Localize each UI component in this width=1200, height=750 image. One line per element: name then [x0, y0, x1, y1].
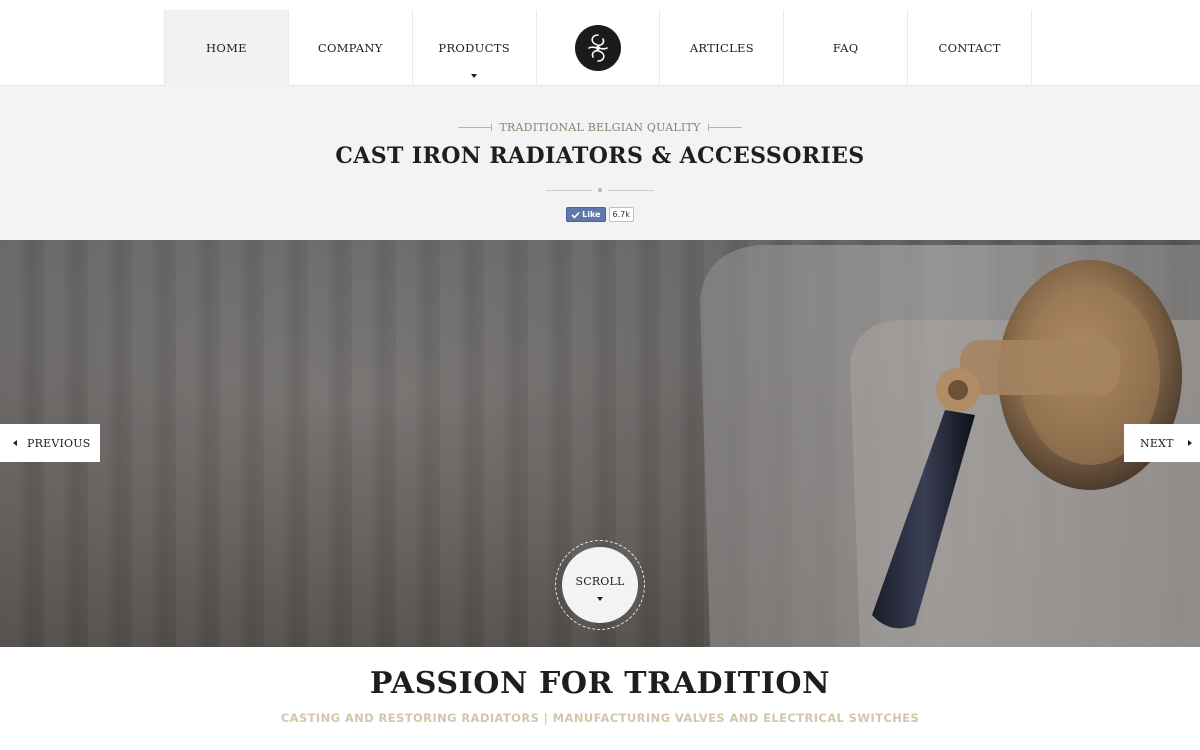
scroll-button[interactable]: SCROLL	[555, 540, 645, 630]
like-count: 6.7k	[608, 207, 634, 222]
monogram-logo-icon	[575, 25, 621, 71]
hero-slider: PREVIOUS NEXT SCROLL	[0, 240, 1200, 647]
nav-item-label: FAQ	[832, 41, 859, 55]
tagline-row: TRADITIONAL BELGIAN QUALITY	[0, 121, 1200, 134]
hero-title-band: TRADITIONAL BELGIAN QUALITY CAST IRON RA…	[0, 86, 1200, 240]
divider-line-left	[546, 189, 592, 191]
tagline-rule-left	[457, 124, 492, 131]
nav-item-articles[interactable]: ARTICLES	[660, 10, 785, 86]
nav-item-faq[interactable]: FAQ	[784, 10, 909, 86]
next-label: NEXT	[1140, 436, 1174, 450]
nav-item-label: ARTICLES	[689, 41, 754, 55]
tagline-rule-right	[708, 124, 743, 131]
divider-line-right	[608, 189, 654, 191]
thumbs-up-icon	[571, 211, 580, 219]
slider-previous-button[interactable]: PREVIOUS	[0, 424, 100, 462]
previous-label: PREVIOUS	[27, 436, 91, 450]
section-title: PASSION FOR TRADITION	[369, 666, 831, 701]
divider-dot	[598, 188, 602, 192]
scroll-label: SCROLL	[575, 575, 625, 588]
chevron-down-icon	[597, 597, 603, 601]
nav-item-products[interactable]: PRODUCTS	[413, 10, 537, 86]
page-title: CAST IRON RADIATORS & ACCESSORIES	[335, 143, 865, 169]
nav-item-label: HOME	[206, 41, 247, 55]
hero-tagline: TRADITIONAL BELGIAN QUALITY	[499, 121, 701, 134]
section-subtitle: CASTING AND RESTORING RADIATORS | MANUFA…	[280, 711, 920, 725]
slider-next-button[interactable]: NEXT	[1124, 424, 1200, 462]
chevron-left-icon	[13, 440, 17, 446]
facebook-like-widget: Like 6.7k	[0, 207, 1200, 222]
chevron-down-icon	[471, 74, 478, 78]
top-navigation: HOME COMPANY PRODUCTS ARTICLES FAQ CONTA…	[0, 0, 1200, 86]
nav-menu: HOME COMPANY PRODUCTS ARTICLES FAQ CONTA…	[164, 10, 1033, 86]
nav-logo[interactable]	[537, 10, 661, 86]
facebook-like-button[interactable]: Like	[566, 207, 606, 222]
nav-item-contact[interactable]: CONTACT	[908, 10, 1033, 86]
nav-item-label: COMPANY	[317, 41, 383, 55]
nav-item-label: PRODUCTS	[438, 41, 510, 55]
nav-item-company[interactable]: COMPANY	[289, 10, 413, 86]
scroll-circle: SCROLL	[562, 547, 638, 623]
like-label: Like	[582, 210, 601, 219]
chevron-right-icon	[1187, 440, 1192, 446]
title-divider	[0, 188, 1200, 192]
nav-item-label: CONTACT	[938, 41, 1001, 55]
nav-item-home[interactable]: HOME	[165, 10, 289, 86]
